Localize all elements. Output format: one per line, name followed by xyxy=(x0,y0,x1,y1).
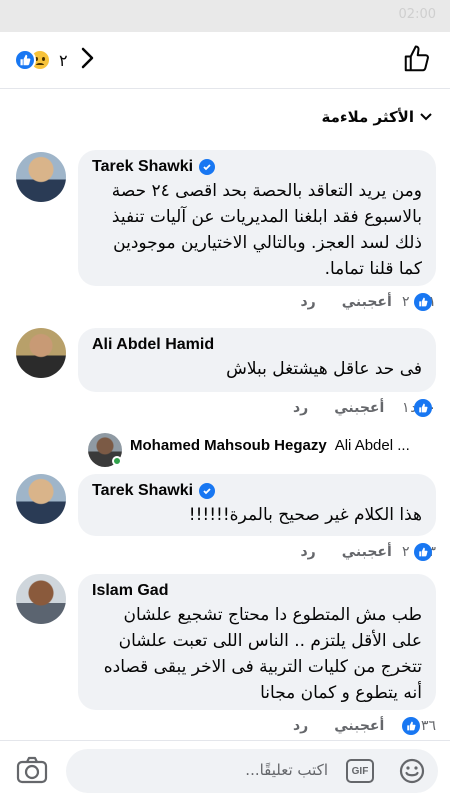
comment-actions: ٣٦ د أعجبني رد xyxy=(78,715,436,737)
reaction-count: ٢ xyxy=(59,50,68,70)
like-count[interactable]: ١ xyxy=(402,399,432,417)
status-time: 02:00 xyxy=(398,7,436,22)
comment-bubble[interactable]: Tarek Shawki ومن يريد التعاقد بالحصة بحد… xyxy=(78,150,436,286)
verified-badge-icon xyxy=(199,159,216,175)
comment-actions: ٣ د أعجبني رد ٢ xyxy=(78,541,436,563)
comment-actions: ١٠ د أعجبني رد ١ xyxy=(78,397,436,419)
verified-badge-icon xyxy=(199,483,216,499)
avatar[interactable] xyxy=(16,328,66,378)
comment-actions: ١ د أعجبني رد ٢ xyxy=(78,291,436,313)
comment-composer: اكتب تعليقًا... GIF xyxy=(0,740,450,800)
like-count-number: ٢ xyxy=(402,294,410,310)
divider xyxy=(0,88,450,89)
like-icon xyxy=(413,293,432,311)
gif-button[interactable]: GIF xyxy=(346,759,374,783)
comment-author[interactable]: Ali Abdel Hamid xyxy=(92,336,214,354)
reply-link[interactable]: رد xyxy=(293,400,308,416)
like-link[interactable]: أعجبني xyxy=(334,718,384,734)
sort-dropdown[interactable]: الأكثر ملاءمة xyxy=(322,108,432,126)
like-link[interactable]: أعجبني xyxy=(334,400,384,416)
like-link[interactable]: أعجبني xyxy=(342,544,392,560)
like-icon xyxy=(413,399,432,417)
comment-author[interactable]: Tarek Shawki xyxy=(92,158,193,176)
like-count[interactable]: ٢ xyxy=(402,293,432,311)
camera-icon[interactable] xyxy=(16,755,48,789)
status-bar: 02:00 xyxy=(0,0,450,32)
sort-label: الأكثر ملاءمة xyxy=(321,108,414,126)
reply-context[interactable]: Mohamed Mahsoub Hegazy Ali Abdel ... xyxy=(130,437,410,454)
comment-input[interactable]: اكتب تعليقًا... GIF xyxy=(66,749,438,793)
like-icon xyxy=(413,543,432,561)
like-count-number: ٢ xyxy=(402,544,410,560)
online-indicator xyxy=(112,456,122,466)
reactions-header: ٢ xyxy=(0,32,450,88)
like-button-icon[interactable] xyxy=(402,44,432,78)
chevron-down-icon xyxy=(420,111,432,124)
comment-input-placeholder: اكتب تعليقًا... xyxy=(245,761,328,779)
avatar[interactable] xyxy=(16,574,66,624)
reply-link[interactable]: رد xyxy=(300,544,315,560)
avatar[interactable] xyxy=(16,474,66,524)
comment-text: طب مش المتطوع دا محتاج تشجيع علشان على ا… xyxy=(103,605,422,703)
comment-text: ومن يريد التعاقد بالحصة بحد اقصى ٢٤ حصة … xyxy=(111,181,422,279)
like-count[interactable]: ٢ xyxy=(402,543,432,561)
comment-author[interactable]: Islam Gad xyxy=(92,582,168,600)
comment-text: فى حد عاقل هيشتغل ببلاش xyxy=(226,359,422,379)
like-reaction-icon xyxy=(14,49,36,71)
like-count-number: ١ xyxy=(402,400,410,416)
reply-snippet: Ali Abdel ... xyxy=(334,437,410,454)
avatar[interactable] xyxy=(16,152,66,202)
like-count[interactable] xyxy=(402,717,420,735)
comment-bubble[interactable]: Tarek Shawki هذا الكلام غير صحيح بالمرة!… xyxy=(78,474,436,536)
reply-link[interactable]: رد xyxy=(300,294,315,310)
like-icon xyxy=(402,717,420,735)
comment-bubble[interactable]: Ali Abdel Hamid فى حد عاقل هيشتغل ببلاش xyxy=(78,328,436,392)
chevron-right-icon[interactable] xyxy=(80,46,96,74)
emoji-icon[interactable] xyxy=(398,757,426,789)
reply-author[interactable]: Mohamed Mahsoub Hegazy xyxy=(130,437,327,454)
comment-author[interactable]: Tarek Shawki xyxy=(92,482,193,500)
comment-text: هذا الكلام غير صحيح بالمرة!!!!!! xyxy=(188,505,422,525)
reply-link[interactable]: رد xyxy=(293,718,308,734)
like-link[interactable]: أعجبني xyxy=(342,294,392,310)
reactions-summary[interactable]: ٢ xyxy=(14,48,68,72)
comment-bubble[interactable]: Islam Gad طب مش المتطوع دا محتاج تشجيع ع… xyxy=(78,574,436,710)
